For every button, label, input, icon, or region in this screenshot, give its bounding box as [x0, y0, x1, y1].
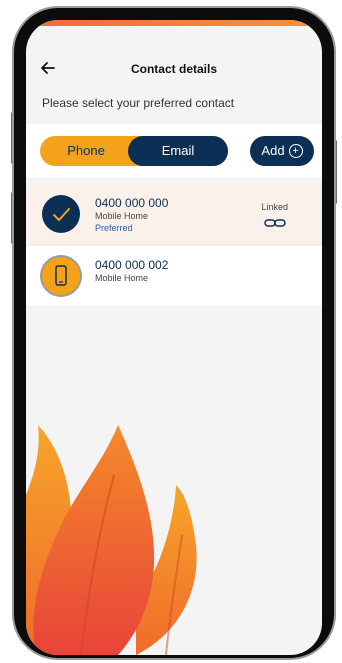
contact-type: Mobile Home — [95, 211, 149, 221]
contact-number: 0400 000 002 — [95, 258, 169, 272]
plus-circle-icon: + — [288, 143, 303, 158]
mobile-phone-icon — [42, 257, 80, 295]
linked-label: Linked — [261, 202, 288, 212]
contact-type-panel: Phone Email Add + — [26, 124, 322, 178]
add-contact-button[interactable]: Add + — [250, 136, 314, 166]
app-screen: Contact details Please select your prefe… — [26, 20, 322, 655]
link-icon — [264, 215, 286, 233]
contact-type-toggle: Phone Email — [40, 136, 228, 166]
contact-type: Mobile Home — [95, 273, 149, 283]
app-header: Contact details — [26, 58, 322, 82]
contact-row[interactable]: 0400 000 002 Mobile Home — [26, 246, 322, 306]
contact-row[interactable]: 0400 000 000 Mobile Home Preferred Linke… — [26, 184, 322, 244]
add-button-label: Add — [261, 143, 285, 158]
contact-number: 0400 000 000 — [95, 196, 169, 210]
toggle-option-email[interactable]: Email — [128, 136, 228, 166]
status-bar — [26, 20, 322, 26]
check-icon — [42, 195, 80, 233]
page-title: Contact details — [130, 62, 217, 76]
toggle-option-phone[interactable]: Phone — [40, 136, 132, 166]
preferred-label: Preferred — [95, 223, 133, 233]
flame-illustration — [26, 425, 197, 655]
selection-prompt: Please select your preferred contact — [42, 96, 235, 110]
